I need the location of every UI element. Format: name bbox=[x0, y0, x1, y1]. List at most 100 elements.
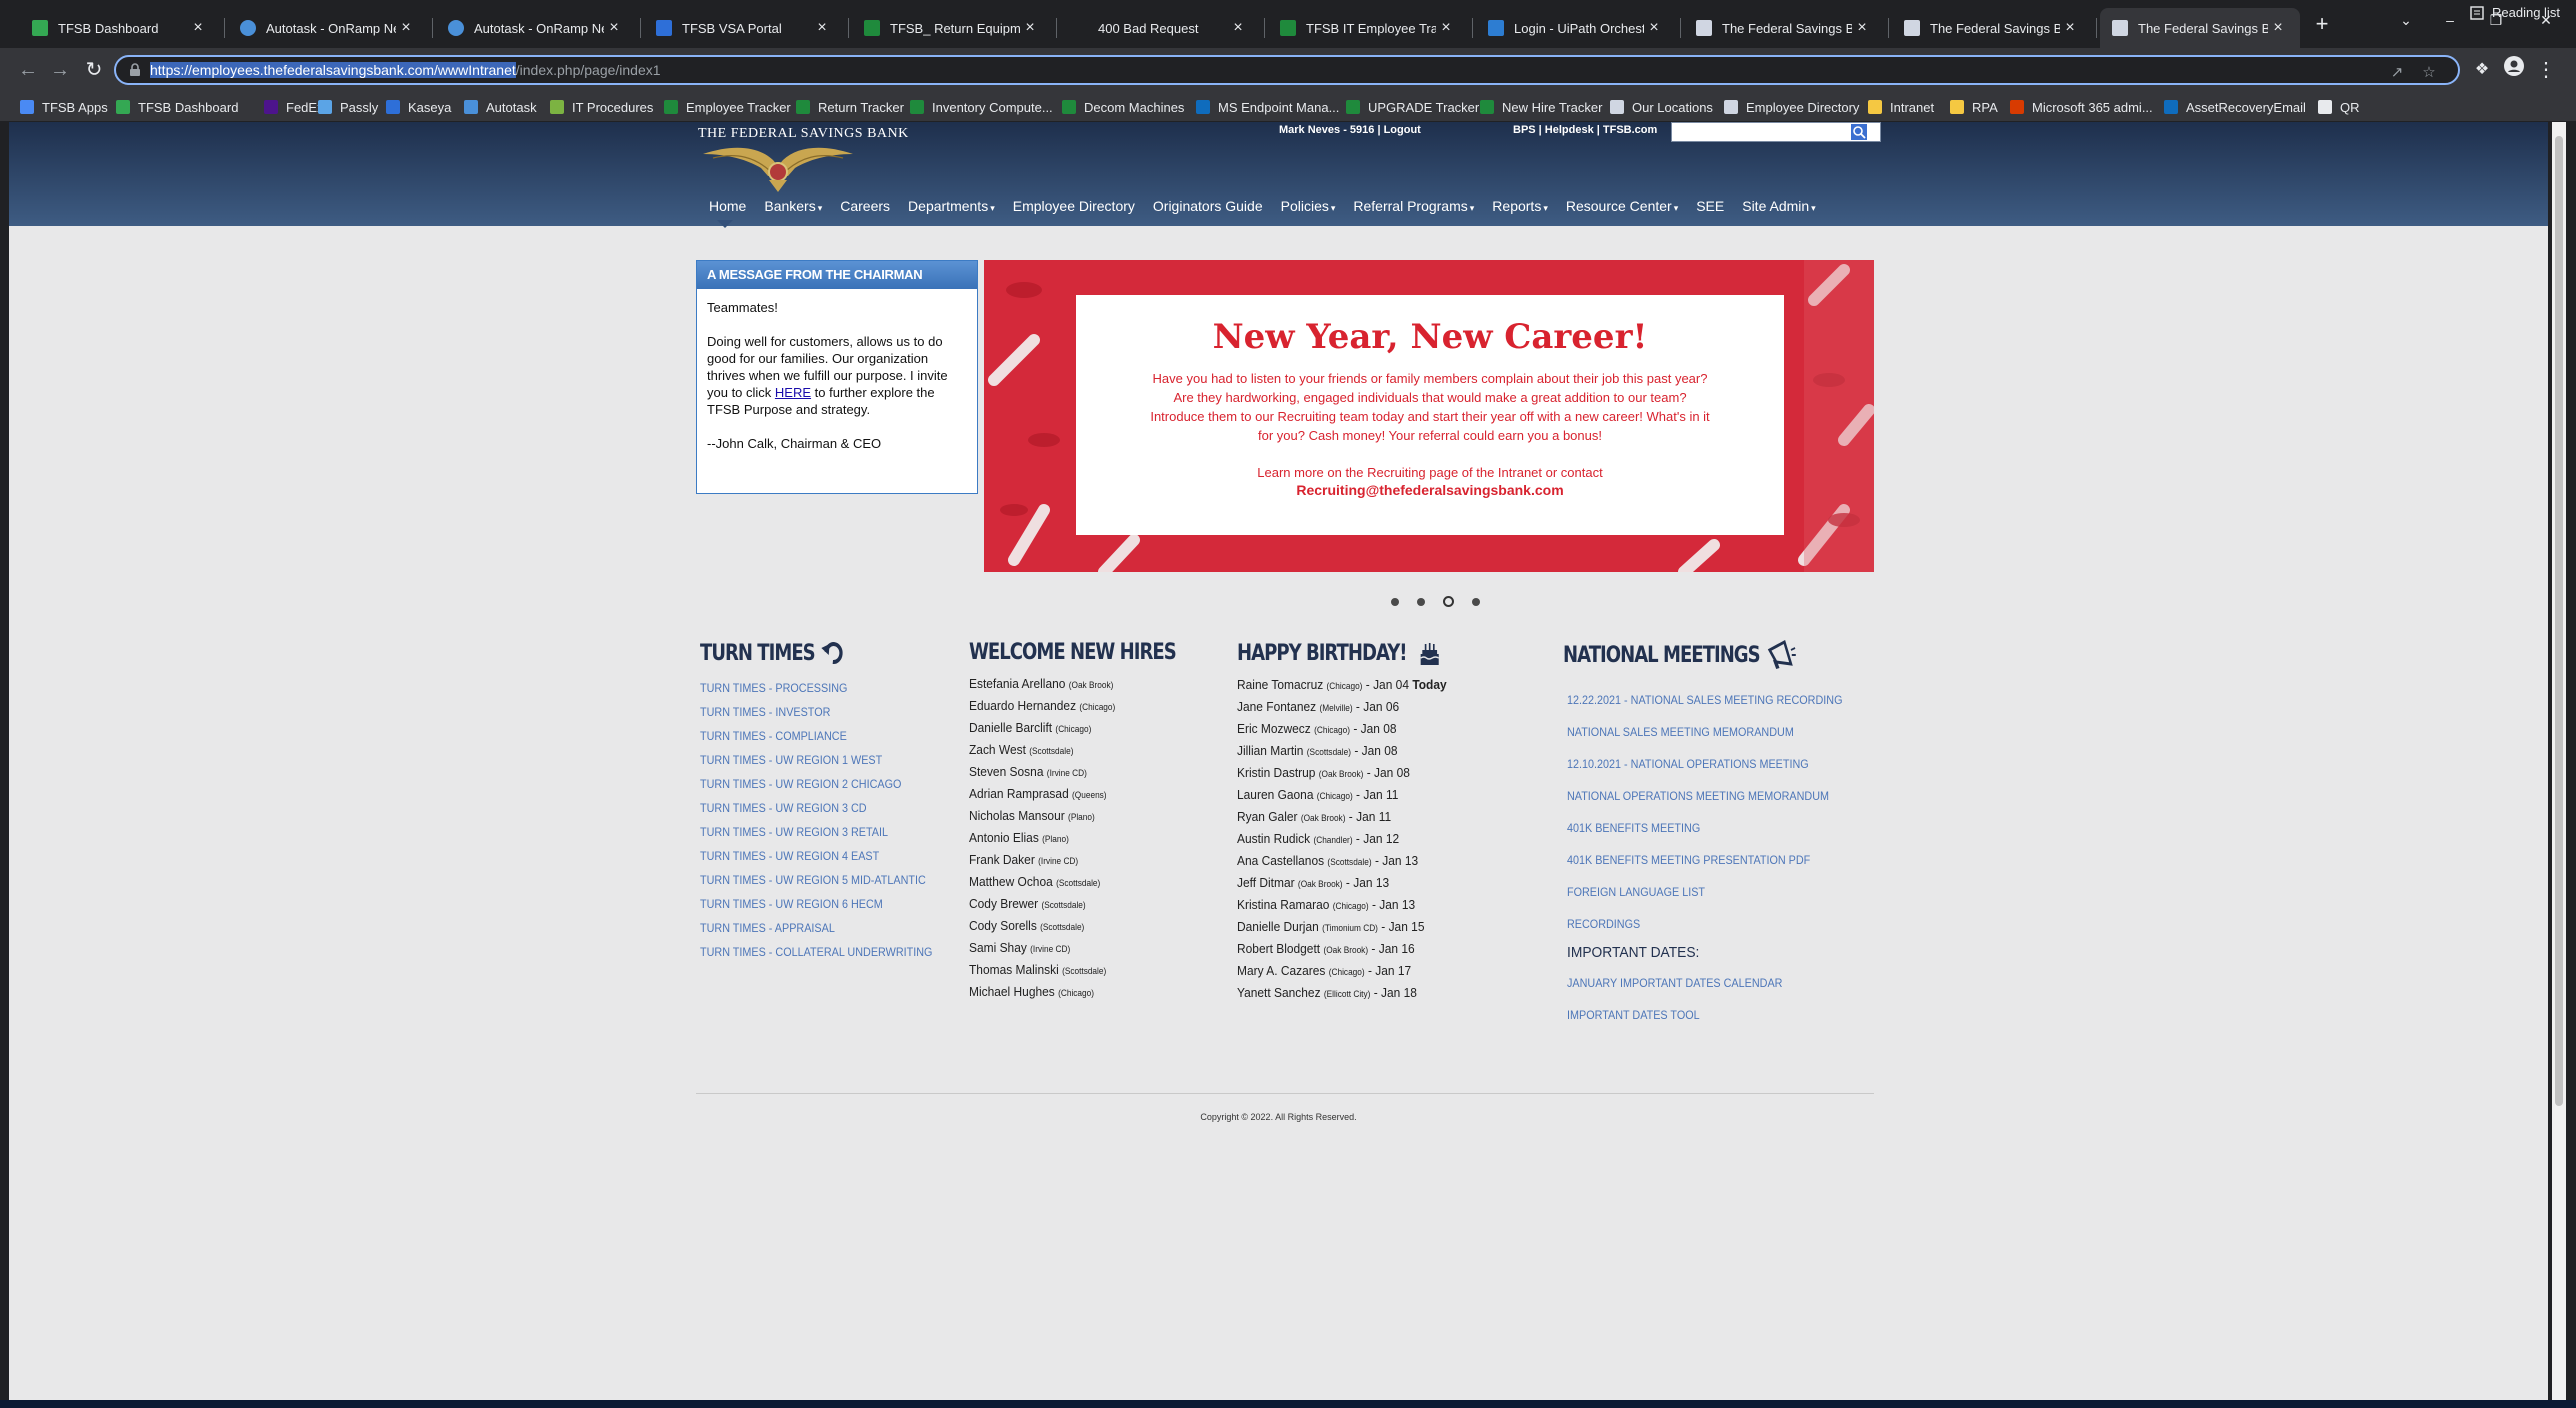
close-tab-icon[interactable]: × bbox=[2268, 19, 2288, 37]
browser-tab[interactable]: TFSB VSA Portal × bbox=[644, 8, 844, 48]
turn-times-link[interactable]: TURN TIMES - PROCESSING bbox=[700, 676, 925, 700]
meeting-link[interactable]: RECORDINGS bbox=[1567, 908, 1851, 940]
eagle-logo-icon[interactable] bbox=[703, 136, 853, 194]
back-button[interactable]: ← bbox=[14, 56, 42, 84]
carousel-dot[interactable] bbox=[1391, 598, 1399, 606]
browser-tab[interactable]: Autotask - OnRamp Netwo× bbox=[436, 8, 636, 48]
turn-times-link[interactable]: TURN TIMES - COMPLIANCE bbox=[700, 724, 925, 748]
bookmark-item[interactable]: FedEx bbox=[264, 97, 324, 117]
nav-item-employee-directory[interactable]: Employee Directory bbox=[1013, 196, 1135, 226]
user-logout-line[interactable]: Mark Neves - 5916 | Logout bbox=[1279, 124, 1421, 136]
meeting-link[interactable]: NATIONAL OPERATIONS MEETING MEMORANDUM bbox=[1567, 780, 1851, 812]
forward-button[interactable]: → bbox=[46, 56, 74, 84]
url-text[interactable]: https://employees.thefederalsavingsbank.… bbox=[150, 62, 661, 78]
bookmark-item[interactable]: Decom Machines bbox=[1062, 97, 1184, 117]
meeting-link[interactable]: 401K BENEFITS MEETING PRESENTATION PDF bbox=[1567, 844, 1851, 876]
meeting-link[interactable]: FOREIGN LANGUAGE LIST bbox=[1567, 876, 1851, 908]
turn-times-link[interactable]: TURN TIMES - COLLATERAL UNDERWRITING bbox=[700, 940, 932, 964]
bookmark-item[interactable]: Microsoft 365 admi... bbox=[2010, 97, 2153, 117]
nav-item-resource-center[interactable]: Resource Center ▾ bbox=[1566, 196, 1678, 226]
turn-times-link[interactable]: TURN TIMES - UW REGION 4 EAST bbox=[700, 844, 925, 868]
turn-times-link[interactable]: TURN TIMES - UW REGION 6 HECM bbox=[700, 892, 925, 916]
new-tab-button[interactable]: + bbox=[2308, 10, 2336, 38]
address-bar[interactable]: https://employees.thefederalsavingsbank.… bbox=[114, 55, 2460, 85]
close-tab-icon[interactable]: × bbox=[812, 19, 832, 37]
reload-button[interactable]: ↻ bbox=[80, 56, 108, 84]
nav-item-departments[interactable]: Departments ▾ bbox=[908, 196, 995, 226]
extensions-puzzle-icon[interactable]: ❖ bbox=[2468, 56, 2496, 84]
close-tab-icon[interactable]: × bbox=[604, 19, 624, 37]
bookmark-item[interactable]: IT Procedures bbox=[550, 97, 653, 117]
bookmark-item[interactable]: TFSB Dashboard bbox=[116, 97, 238, 117]
nav-item-site-admin[interactable]: Site Admin ▾ bbox=[1742, 196, 1815, 226]
nav-item-reports[interactable]: Reports ▾ bbox=[1492, 196, 1548, 226]
nav-item-policies[interactable]: Policies ▾ bbox=[1281, 196, 1336, 226]
career-banner[interactable]: New Year, New Career! Have you had to li… bbox=[984, 260, 1874, 572]
carousel-dot[interactable] bbox=[1472, 598, 1480, 606]
nav-item-originators-guide[interactable]: Originators Guide bbox=[1153, 196, 1263, 226]
bookmark-item[interactable]: RPA bbox=[1950, 97, 1998, 117]
profile-avatar-icon[interactable] bbox=[2500, 56, 2528, 84]
browser-tab[interactable]: TFSB IT Employee Tracker× bbox=[1268, 8, 1468, 48]
browser-tab[interactable]: TFSB Dashboard × bbox=[20, 8, 220, 48]
browser-tab[interactable]: The Federal Savings Bank |× bbox=[1892, 8, 2092, 48]
important-dates-link[interactable]: IMPORTANT DATES TOOL bbox=[1567, 999, 1851, 1031]
bookmark-star-icon[interactable]: ☆ bbox=[2420, 63, 2438, 81]
share-icon[interactable]: ↗ bbox=[2388, 63, 2406, 81]
carousel-dot[interactable] bbox=[1417, 598, 1425, 606]
turn-times-link[interactable]: TURN TIMES - UW REGION 3 RETAIL bbox=[700, 820, 925, 844]
meeting-link[interactable]: 12.22.2021 - NATIONAL SALES MEETING RECO… bbox=[1567, 684, 1851, 716]
bookmark-item[interactable]: Autotask bbox=[464, 97, 537, 117]
bookmark-item[interactable]: Passly bbox=[318, 97, 378, 117]
close-tab-icon[interactable]: × bbox=[396, 19, 416, 37]
browser-tab[interactable]: Login - UiPath Orchestrato× bbox=[1476, 8, 1676, 48]
bookmark-item[interactable]: Kaseya bbox=[386, 97, 451, 117]
browser-tab[interactable]: The Federal Savings Bank |× bbox=[2100, 8, 2300, 48]
turn-times-link[interactable]: TURN TIMES - APPRAISAL bbox=[700, 916, 925, 940]
bookmark-item[interactable]: UPGRADE Tracker bbox=[1346, 97, 1479, 117]
turn-times-link[interactable]: TURN TIMES - UW REGION 5 MID-ATLANTIC bbox=[700, 868, 926, 892]
bookmark-item[interactable]: Intranet bbox=[1868, 97, 1934, 117]
bookmark-item[interactable]: TFSB Apps bbox=[20, 97, 108, 117]
meeting-link[interactable]: 401K BENEFITS MEETING bbox=[1567, 812, 1851, 844]
meeting-link[interactable]: NATIONAL SALES MEETING MEMORANDUM bbox=[1567, 716, 1851, 748]
bookmark-item[interactable]: AssetRecoveryEmail bbox=[2164, 97, 2306, 117]
nav-item-bankers[interactable]: Bankers ▾ bbox=[764, 196, 822, 226]
chairman-here-link[interactable]: HERE bbox=[775, 385, 811, 400]
bookmark-item[interactable]: Employee Directory bbox=[1724, 97, 1859, 117]
important-dates-link[interactable]: JANUARY IMPORTANT DATES CALENDAR bbox=[1567, 967, 1851, 999]
bookmark-item[interactable]: New Hire Tracker bbox=[1480, 97, 1602, 117]
site-search-input[interactable] bbox=[1671, 122, 1881, 142]
browser-menu-icon[interactable]: ⋮ bbox=[2532, 56, 2560, 84]
turn-times-link[interactable]: TURN TIMES - UW REGION 3 CD bbox=[700, 796, 925, 820]
scrollbar-thumb[interactable] bbox=[2555, 136, 2563, 1106]
bookmark-item[interactable]: QR bbox=[2318, 97, 2360, 117]
browser-tab[interactable]: The Federal Savings Bank |× bbox=[1684, 8, 1884, 48]
close-tab-icon[interactable]: × bbox=[188, 19, 208, 37]
turn-times-link[interactable]: TURN TIMES - UW REGION 1 WEST bbox=[700, 748, 925, 772]
browser-tab[interactable]: TFSB_ Return Equipment Tr× bbox=[852, 8, 1052, 48]
bookmark-item[interactable]: MS Endpoint Mana... bbox=[1196, 97, 1339, 117]
utility-links[interactable]: BPS | Helpdesk | TFSB.com bbox=[1513, 124, 1657, 136]
nav-item-home[interactable]: Home bbox=[709, 196, 746, 228]
nav-item-careers[interactable]: Careers bbox=[840, 196, 890, 226]
browser-tab[interactable]: 400 Bad Request × bbox=[1060, 8, 1260, 48]
meeting-link[interactable]: 12.10.2021 - NATIONAL OPERATIONS MEETING bbox=[1567, 748, 1851, 780]
bookmark-item[interactable]: Our Locations bbox=[1610, 97, 1713, 117]
bookmark-item[interactable]: Employee Tracker bbox=[664, 97, 791, 117]
reading-list-button[interactable]: Reading list bbox=[2470, 5, 2560, 20]
browser-tab[interactable]: Autotask - OnRamp Netwo× bbox=[228, 8, 428, 48]
close-tab-icon[interactable]: × bbox=[1436, 19, 1456, 37]
nav-item-see[interactable]: SEE bbox=[1696, 196, 1724, 226]
close-tab-icon[interactable]: × bbox=[1020, 19, 1040, 37]
close-tab-icon[interactable]: × bbox=[1228, 19, 1248, 37]
tab-search-chevron-icon[interactable]: ⌄ bbox=[2386, 6, 2426, 34]
close-tab-icon[interactable]: × bbox=[1644, 19, 1664, 37]
nav-item-referral-programs[interactable]: Referral Programs ▾ bbox=[1353, 196, 1474, 226]
turn-times-link[interactable]: TURN TIMES - INVESTOR bbox=[700, 700, 925, 724]
recruiting-email[interactable]: Recruiting@thefederalsavingsbank.com bbox=[1076, 482, 1784, 498]
minimize-button[interactable]: – bbox=[2430, 6, 2470, 34]
close-tab-icon[interactable]: × bbox=[2060, 19, 2080, 37]
page-scrollbar[interactable] bbox=[2552, 122, 2566, 1400]
bookmark-item[interactable]: Inventory Compute... bbox=[910, 97, 1053, 117]
